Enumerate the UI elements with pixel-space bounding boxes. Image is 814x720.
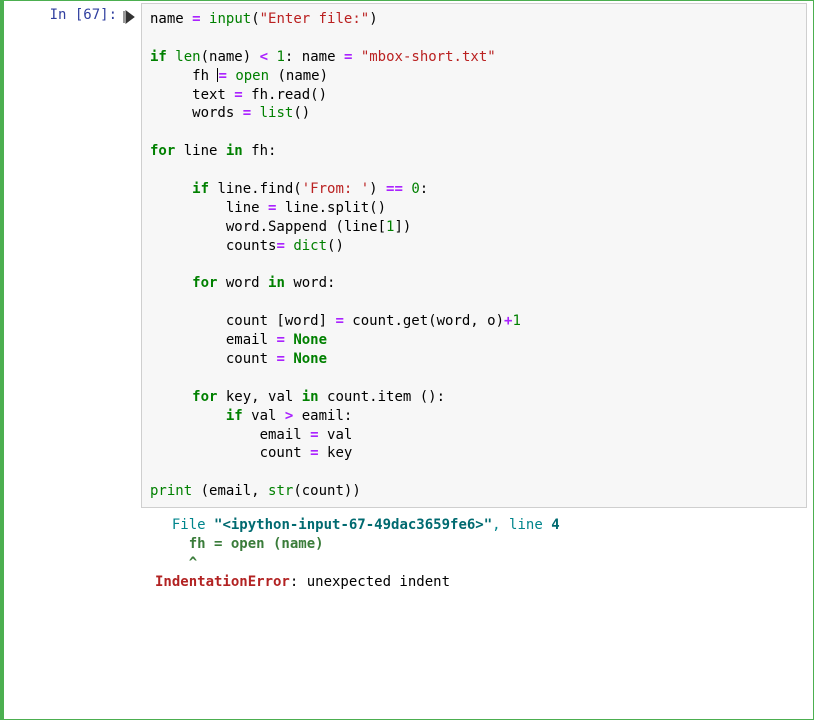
output-gutter: [4, 510, 139, 592]
input-row: In [67]: name = input("Enter file:") if …: [4, 1, 813, 510]
code-cell: In [67]: name = input("Enter file:") if …: [0, 0, 814, 720]
code-content[interactable]: name = input("Enter file:") if len(name)…: [150, 10, 798, 501]
code-input-area[interactable]: name = input("Enter file:") if len(name)…: [141, 3, 807, 508]
output-area: File "<ipython-input-67-49dac3659fe6>", …: [139, 510, 813, 592]
prompt-area: In [67]:: [4, 1, 139, 24]
traceback: File "<ipython-input-67-49dac3659fe6>", …: [155, 516, 805, 592]
output-row: File "<ipython-input-67-49dac3659fe6>", …: [4, 510, 813, 592]
execution-prompt: In [67]:: [50, 7, 117, 23]
run-cell-icon[interactable]: [123, 10, 135, 24]
